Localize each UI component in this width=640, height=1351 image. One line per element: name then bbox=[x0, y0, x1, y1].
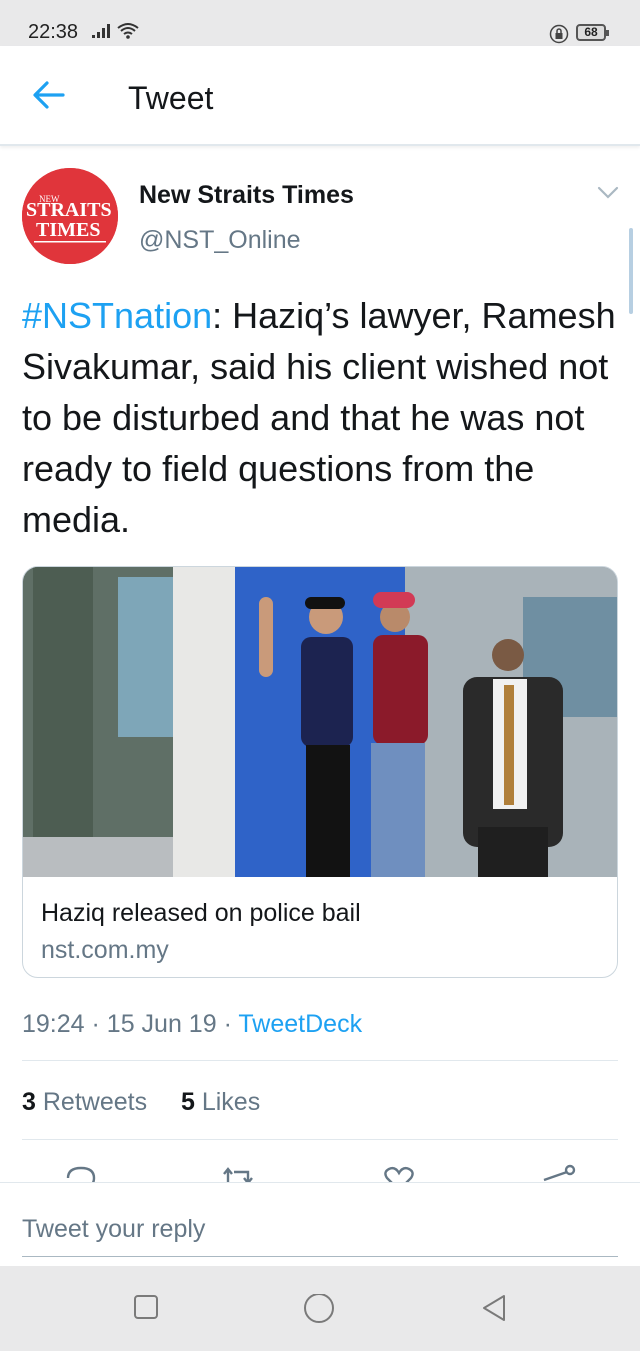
battery-indicator: 68 bbox=[576, 24, 609, 41]
tweet-stats: 3 Retweets 5 Likes bbox=[22, 1088, 260, 1117]
tweet-date: 15 Jun 19 bbox=[106, 1010, 217, 1038]
author-handle[interactable]: @NST_Online bbox=[139, 226, 301, 255]
nav-home-icon[interactable] bbox=[303, 1293, 335, 1331]
author-name[interactable]: New Straits Times bbox=[139, 181, 354, 210]
reply-bar bbox=[0, 1182, 640, 1266]
tweet-actions bbox=[0, 1160, 640, 1184]
card-domain: nst.com.my bbox=[41, 936, 169, 964]
retweet-icon[interactable] bbox=[220, 1164, 256, 1184]
separator: · bbox=[91, 1010, 107, 1038]
status-bar: 22:38 68 bbox=[0, 0, 640, 46]
status-time: 22:38 bbox=[28, 21, 79, 43]
signal-icon bbox=[92, 24, 112, 43]
divider bbox=[22, 1139, 618, 1140]
system-nav-bar bbox=[0, 1266, 640, 1351]
tweet-timestamp: 19:24 · 15 Jun 19 · TweetDeck bbox=[22, 1010, 362, 1039]
like-icon[interactable] bbox=[382, 1164, 416, 1184]
page-title: Tweet bbox=[128, 80, 214, 116]
divider bbox=[22, 1060, 618, 1061]
retweets-stat[interactable]: 3 Retweets bbox=[22, 1088, 147, 1116]
link-card[interactable]: Haziq released on police bail nst.com.my bbox=[22, 566, 618, 978]
scrollbar[interactable] bbox=[629, 228, 633, 314]
likes-stat[interactable]: 5 Likes bbox=[181, 1088, 260, 1116]
chevron-down-icon[interactable] bbox=[597, 186, 619, 205]
hashtag-link[interactable]: #NSTnation bbox=[22, 295, 212, 336]
card-title: Haziq released on police bail bbox=[41, 899, 361, 927]
reply-icon[interactable] bbox=[64, 1164, 98, 1184]
likes-label: Likes bbox=[201, 1088, 261, 1116]
avatar[interactable]: NEW STRAITS TIMES bbox=[22, 168, 118, 264]
nav-recents-icon[interactable] bbox=[133, 1294, 159, 1325]
nav-back-icon[interactable] bbox=[480, 1294, 508, 1327]
share-icon[interactable] bbox=[540, 1164, 576, 1184]
tweet-text: #NSTnation: Haziq’s lawyer, Ramesh Sivak… bbox=[22, 290, 622, 545]
svg-text:TIMES: TIMES bbox=[36, 219, 100, 241]
separator: · bbox=[223, 1010, 239, 1038]
svg-text:STRAITS: STRAITS bbox=[26, 199, 112, 221]
tweet-source-link[interactable]: TweetDeck bbox=[238, 1010, 362, 1038]
app-header: Tweet bbox=[0, 46, 640, 146]
back-arrow-icon[interactable] bbox=[32, 80, 66, 115]
tweet-time: 19:24 bbox=[22, 1010, 85, 1038]
card-image bbox=[23, 567, 617, 877]
wifi-icon bbox=[116, 22, 140, 45]
likes-count: 5 bbox=[180, 1088, 195, 1116]
retweets-label: Retweets bbox=[42, 1088, 148, 1116]
retweets-count: 3 bbox=[22, 1088, 36, 1116]
reply-input[interactable] bbox=[22, 1203, 618, 1257]
